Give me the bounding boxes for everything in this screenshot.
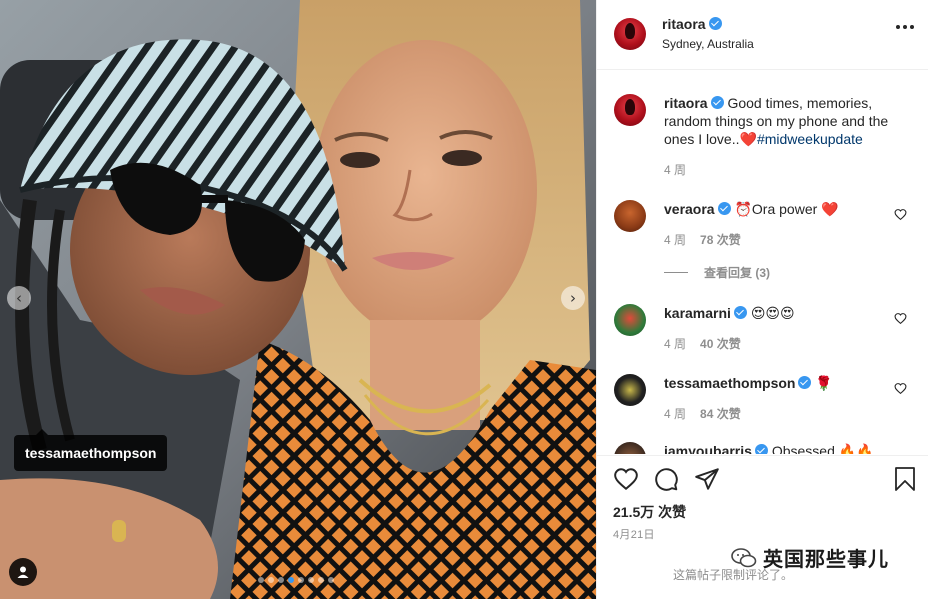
likes-count[interactable]: 21.5万 次赞 (613, 502, 686, 522)
comment-item: iamyoubarris Obsessed 🔥🔥 (597, 439, 928, 454)
heart-emoji: ❤️ (739, 131, 757, 147)
comment-text: 😍😍😍 (750, 305, 795, 321)
comment-item: karamarni 😍😍😍 4 周 40 次赞 (597, 299, 928, 359)
carousel-prev-button[interactable]: ‹ (7, 286, 31, 310)
post-photo[interactable]: ‹ › tessamaethompson (0, 0, 596, 599)
verified-badge-icon (710, 96, 724, 109)
carousel-dot (318, 577, 324, 583)
comment-meta: 4 周 40 次赞 (664, 335, 741, 352)
verified-badge-icon (708, 17, 722, 30)
watermark: 英国那些事儿 (731, 543, 889, 572)
comment-time[interactable]: 4 周 (664, 337, 686, 351)
user-icon (17, 566, 29, 578)
verified-badge-icon (798, 376, 812, 389)
comment-time[interactable]: 4 周 (664, 233, 686, 247)
share-send-icon[interactable] (694, 466, 720, 492)
author-username[interactable]: ritaora (662, 16, 722, 32)
comment-meta: 4 周 78 次赞 (664, 231, 741, 248)
post-photo-image (0, 0, 596, 599)
carousel-dot (278, 577, 284, 583)
post-side-panel: ritaora Sydney, Australia ritaora Good t… (596, 0, 928, 599)
comment-text: Obsessed 🔥🔥 (771, 443, 874, 454)
commenter-username[interactable]: karamarni (664, 305, 731, 321)
commenter-username[interactable]: iamyoubarris (664, 443, 752, 454)
comment-time[interactable]: 4 周 (664, 407, 686, 421)
comment-likes[interactable]: 84 次赞 (700, 407, 741, 421)
commenter-avatar[interactable] (614, 200, 646, 232)
carousel-dot (268, 577, 274, 583)
comment-likes[interactable]: 40 次赞 (700, 337, 741, 351)
commenter-avatar[interactable] (614, 442, 646, 454)
view-replies-label[interactable]: 查看回复 (3) (704, 264, 770, 281)
caption-avatar[interactable] (614, 94, 646, 126)
like-comment-heart-icon[interactable] (894, 208, 907, 221)
caption-body: ritaora Good times, memories, random thi… (664, 94, 894, 148)
comment-body: karamarni 😍😍😍 (664, 304, 894, 322)
comments-list[interactable]: ritaora Good times, memories, random thi… (597, 71, 928, 454)
like-comment-heart-icon[interactable] (894, 312, 907, 325)
comment-body: tessamaethompson 🌹 (664, 374, 894, 392)
comment-item: veraora ⏰Ora power ❤️ 4 周 78 次赞 查看回复 (3) (597, 195, 928, 285)
more-options-icon[interactable] (896, 25, 914, 29)
photo-tag-label[interactable]: tessamaethompson (14, 429, 168, 471)
carousel-dot (258, 577, 264, 583)
like-comment-heart-icon[interactable] (894, 382, 907, 395)
post-location[interactable]: Sydney, Australia (662, 37, 754, 51)
comment-meta: 4 周 84 次赞 (664, 405, 741, 422)
watermark-text: 英国那些事儿 (763, 547, 889, 571)
post-caption: ritaora Good times, memories, random thi… (597, 89, 928, 189)
commenter-username[interactable]: tessamaethompson (664, 375, 795, 391)
carousel-dot (328, 577, 334, 583)
comment-bubble-icon[interactable] (653, 466, 679, 492)
commenter-avatar[interactable] (614, 374, 646, 406)
carousel-dot (308, 577, 314, 583)
verified-badge-icon (754, 444, 768, 454)
comment-body: veraora ⏰Ora power ❤️ (664, 200, 894, 218)
caption-time[interactable]: 4 周 (664, 161, 686, 178)
commenter-avatar[interactable] (614, 304, 646, 336)
caption-hashtag[interactable]: #midweekupdate (757, 131, 863, 147)
carousel-dot-active (288, 577, 294, 583)
post-header: ritaora Sydney, Australia (597, 0, 928, 70)
view-replies-button[interactable]: 查看回复 (3) (664, 264, 770, 281)
verified-badge-icon (717, 202, 731, 215)
like-heart-icon[interactable] (613, 466, 639, 492)
save-bookmark-icon[interactable] (893, 466, 917, 492)
comment-text: 🌹 (815, 375, 833, 391)
post-date[interactable]: 4月21日 (613, 526, 655, 542)
carousel-dot (298, 577, 304, 583)
comment-text: ⏰Ora power ❤️ (734, 201, 839, 217)
carousel-indicator (258, 577, 334, 583)
author-avatar[interactable] (614, 18, 646, 50)
carousel-next-button[interactable]: › (561, 286, 585, 310)
post-actions: 21.5万 次赞 4月21日 这篇帖子限制评论了。 (597, 455, 928, 599)
tagged-users-button[interactable] (9, 558, 37, 586)
wechat-logo-icon (731, 547, 757, 567)
commenter-username[interactable]: veraora (664, 201, 715, 217)
comment-item: tessamaethompson 🌹 4 周 84 次赞 (597, 369, 928, 429)
comment-body: iamyoubarris Obsessed 🔥🔥 (664, 442, 894, 454)
verified-badge-icon (733, 306, 747, 319)
comment-likes[interactable]: 78 次赞 (700, 233, 741, 247)
author-username-text[interactable]: ritaora (662, 16, 706, 32)
caption-username[interactable]: ritaora (664, 95, 708, 111)
